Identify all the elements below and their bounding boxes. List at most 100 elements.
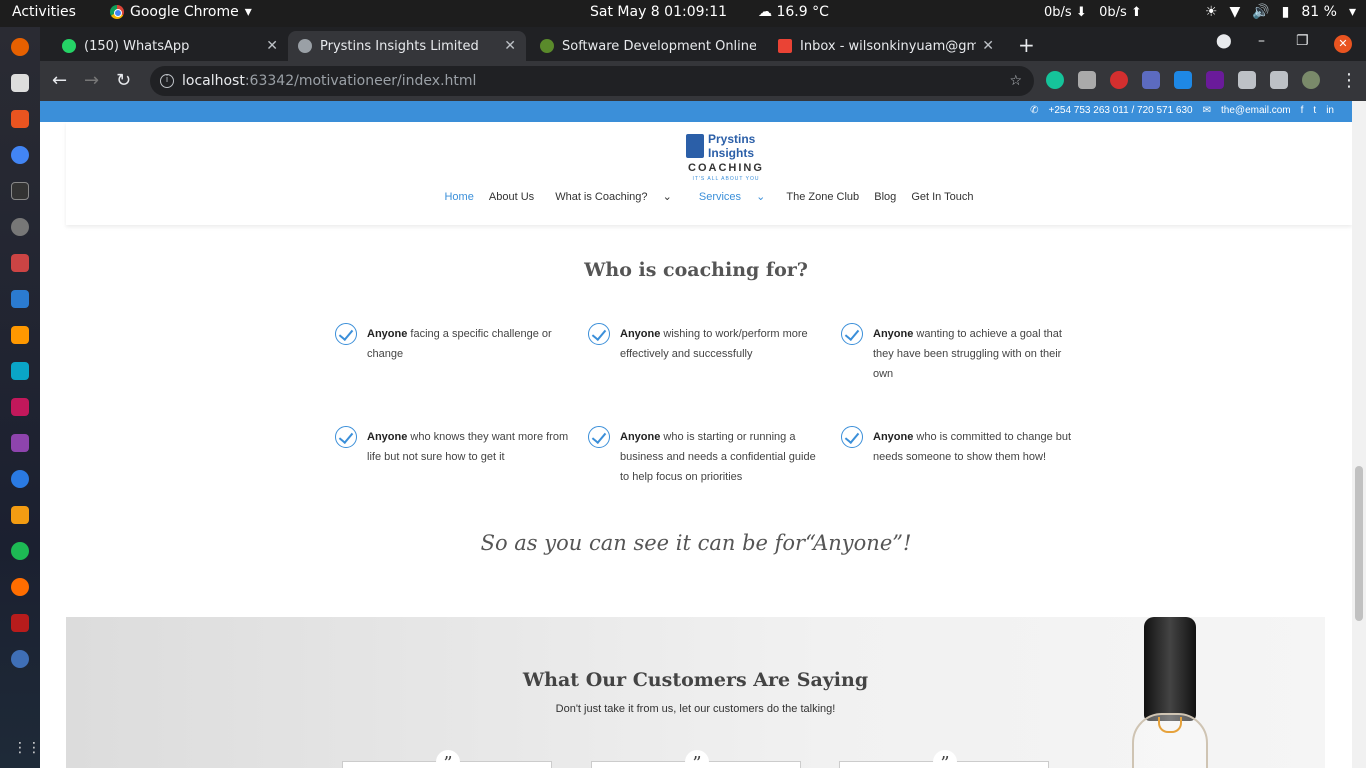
tab-prystins[interactable]: Prystins Insights Limited ✕: [288, 31, 526, 61]
clock[interactable]: Sat May 8 01:09:11: [590, 4, 727, 20]
logo-coaching: COACHING: [688, 162, 764, 174]
menu-get-in-touch[interactable]: Get In Touch: [911, 191, 973, 203]
avatar[interactable]: [1302, 71, 1320, 89]
info-icon[interactable]: i: [160, 74, 174, 88]
logo-mark-icon: [686, 134, 704, 158]
list-item: Anyone wishing to work/perform more effe…: [588, 323, 830, 364]
restore-icon[interactable]: ❐: [1296, 33, 1309, 49]
phpstorm-icon[interactable]: [11, 434, 29, 452]
files-icon[interactable]: [11, 74, 29, 92]
battery-level: 81 %: [1301, 4, 1337, 20]
postman-icon[interactable]: [11, 578, 29, 596]
twitter-icon[interactable]: t: [1313, 105, 1316, 116]
show-apps-icon[interactable]: ⋮⋮: [13, 740, 41, 756]
terminal-icon[interactable]: [11, 182, 29, 200]
webstorm-icon[interactable]: [11, 362, 29, 380]
contact-phone[interactable]: +254 753 263 011 / 720 571 630: [1049, 105, 1193, 116]
chevron-down-icon: ⌄: [756, 191, 766, 203]
firefox-icon[interactable]: [11, 38, 29, 56]
tab-title: (150) WhatsApp: [84, 38, 190, 54]
close-tab-icon[interactable]: ✕: [504, 38, 516, 54]
puzzle-icon[interactable]: [1238, 71, 1256, 89]
reload-icon[interactable]: ↻: [116, 70, 131, 91]
quote-icon: ”: [933, 750, 957, 768]
forward-icon[interactable]: →: [84, 70, 99, 91]
menu-what-is-coaching[interactable]: What is Coaching? ⌄: [549, 190, 678, 203]
tab-title: Prystins Insights Limited: [320, 38, 479, 54]
net-down: 0b/s: [1044, 5, 1072, 20]
menu-home[interactable]: Home: [444, 191, 473, 203]
new-tab-icon[interactable]: +: [1018, 33, 1035, 57]
extension-badge-icon[interactable]: [1206, 71, 1224, 89]
facebook-icon[interactable]: f: [1301, 105, 1304, 116]
testimonial-card: ”: [591, 750, 801, 768]
site-header: Prystins Insights COACHING IT'S ALL ABOUT…: [66, 122, 1352, 225]
vlc-icon[interactable]: [11, 506, 29, 524]
list-item: Anyone who is starting or running a busi…: [588, 426, 820, 487]
menu-label: What is Coaching?: [555, 191, 648, 203]
weather-indicator[interactable]: ☁ 16.9 °C: [758, 4, 829, 20]
address-bar[interactable]: i localhost:63342/motivationeer/index.ht…: [150, 66, 1034, 96]
page-icon: [298, 39, 312, 53]
close-tab-icon[interactable]: ✕: [266, 38, 278, 54]
temperature: 16.9 °C: [776, 4, 829, 20]
chrome-icon[interactable]: [11, 146, 29, 164]
page-scrollbar[interactable]: [1352, 101, 1366, 768]
check-icon: [335, 426, 357, 448]
intellij-icon[interactable]: [11, 398, 29, 416]
volume-icon: 🔊: [1252, 4, 1270, 20]
app-icon[interactable]: [11, 650, 29, 668]
menu-blog[interactable]: Blog: [874, 191, 896, 203]
menu-services[interactable]: Services ⌄: [693, 190, 771, 203]
tab-whatsapp[interactable]: (150) WhatsApp ✕: [52, 31, 288, 61]
page-viewport: ✆ +254 753 263 011 / 720 571 630 ✉ the@e…: [40, 101, 1366, 768]
filezilla-icon[interactable]: [11, 614, 29, 632]
system-tray[interactable]: ☀ ▼ 🔊 ▮ 81 % ▾: [1205, 4, 1356, 20]
tab-software-development[interactable]: Software Development Online: [530, 31, 766, 61]
logo-line2: Insights: [708, 146, 755, 160]
check-icon: [588, 426, 610, 448]
adblock-icon[interactable]: [1110, 71, 1128, 89]
scrollbar-thumb[interactable]: [1355, 466, 1363, 621]
close-tab-icon[interactable]: ✕: [982, 38, 994, 54]
vscode-icon[interactable]: [11, 290, 29, 308]
contact-email[interactable]: the@email.com: [1221, 105, 1291, 116]
grammarly-icon[interactable]: [1046, 71, 1064, 89]
mail-icon: ✉: [1202, 105, 1212, 116]
bookmark-star-icon[interactable]: ☆: [1009, 66, 1022, 96]
settings-icon[interactable]: [11, 218, 29, 236]
battery-icon: ▮: [1281, 4, 1290, 20]
chrome-icon: [110, 5, 124, 19]
minimize-icon[interactable]: –: [1258, 33, 1265, 49]
system-top-bar: Activities Google Chrome ▾ Sat May 8 01:…: [0, 0, 1366, 27]
zoom-icon[interactable]: [1142, 71, 1160, 89]
sublime-icon[interactable]: [11, 326, 29, 344]
spotify-icon[interactable]: [11, 542, 29, 560]
menu-kebab-icon[interactable]: ⋮: [1340, 70, 1358, 91]
check-icon: [841, 426, 863, 448]
contact-bar: ✆ +254 753 263 011 / 720 571 630 ✉ the@e…: [40, 101, 1352, 122]
toolbar: ← → ↻ i localhost:63342/motivationeer/in…: [40, 61, 1366, 101]
power-menu-icon: ▾: [1348, 4, 1356, 20]
back-icon[interactable]: ←: [52, 70, 67, 91]
close-window-icon[interactable]: ✕: [1334, 35, 1352, 53]
menu-about[interactable]: About Us: [489, 191, 534, 203]
tab-gmail[interactable]: Inbox - wilsonkinyuam@gmail.co ✕: [768, 31, 1004, 61]
extension-icon[interactable]: [1078, 71, 1096, 89]
url-host: localhost: [182, 73, 245, 89]
software-center-icon[interactable]: [11, 110, 29, 128]
linkedin-icon[interactable]: in: [1326, 105, 1334, 116]
app-icon[interactable]: [11, 254, 29, 272]
item-bold: Anyone: [873, 328, 914, 340]
item-bold: Anyone: [620, 328, 661, 340]
media-icon[interactable]: [1270, 71, 1288, 89]
section-heading: Who is coaching for?: [584, 259, 808, 281]
app-menu[interactable]: Google Chrome ▾: [110, 4, 252, 20]
tab-search-icon[interactable]: ⬤: [1216, 33, 1232, 49]
activities-button[interactable]: Activities: [12, 4, 76, 20]
font-icon[interactable]: [1174, 71, 1192, 89]
list-item: Anyone wanting to achieve a goal that th…: [841, 323, 1063, 384]
app-icon[interactable]: [11, 470, 29, 488]
tab-strip: (150) WhatsApp ✕ Prystins Insights Limit…: [40, 27, 1366, 61]
menu-zone-club[interactable]: The Zone Club: [786, 191, 859, 203]
